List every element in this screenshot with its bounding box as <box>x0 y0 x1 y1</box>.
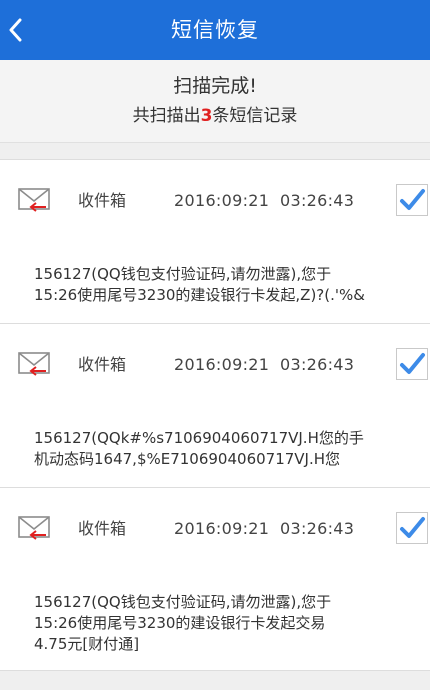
folder-label: 收件箱 <box>78 191 127 210</box>
checkmark-icon <box>400 353 425 374</box>
scan-summary: 扫描完成! 共扫描出3条短信记录 <box>0 60 430 143</box>
count-suffix: 条短信记录 <box>212 106 298 126</box>
scan-count-text: 共扫描出3条短信记录 <box>0 104 430 128</box>
envelope-incoming-icon <box>18 352 50 376</box>
message-header: 收件箱 2016:09:21 03:26:43 <box>0 488 430 570</box>
folder-label: 收件箱 <box>78 519 127 538</box>
message-timestamp: 2016:09:21 03:26:43 <box>174 355 355 374</box>
message-card[interactable]: 收件箱 2016:09:21 03:26:43 156127(QQ钱包支付验证码… <box>0 487 430 671</box>
app-header: 短信恢复 <box>0 0 430 60</box>
message-body: 156127(QQ钱包支付验证码,请勿泄露),您于 15:26使用尾号3230的… <box>34 265 365 304</box>
envelope-incoming-icon <box>18 516 50 540</box>
message-timestamp: 2016:09:21 03:26:43 <box>174 191 355 210</box>
envelope-incoming-icon <box>18 188 50 212</box>
separator-gap <box>0 143 430 159</box>
message-body: 156127(QQ钱包支付验证码,请勿泄露),您于 15:26使用尾号3230的… <box>34 593 332 653</box>
message-timestamp: 2016:09:21 03:26:43 <box>174 519 355 538</box>
select-checkbox[interactable] <box>396 512 428 544</box>
select-checkbox[interactable] <box>396 348 428 380</box>
message-header: 收件箱 2016:09:21 03:26:43 <box>0 324 430 406</box>
message-card[interactable]: 收件箱 2016:09:21 03:26:43 156127(QQk#%s710… <box>0 323 430 487</box>
select-checkbox[interactable] <box>396 184 428 216</box>
message-body: 156127(QQk#%s7106904060717VJ.H您的手 机动态码16… <box>34 429 364 468</box>
page-title: 短信恢复 <box>171 18 259 42</box>
checkmark-icon <box>400 189 425 210</box>
count-prefix: 共扫描出 <box>132 106 201 126</box>
count-number: 3 <box>200 106 213 126</box>
message-header: 收件箱 2016:09:21 03:26:43 <box>0 160 430 242</box>
checkmark-icon <box>400 517 425 538</box>
scan-complete-title: 扫描完成! <box>173 75 257 97</box>
folder-label: 收件箱 <box>78 355 127 374</box>
message-card[interactable]: 收件箱 2016:09:21 03:26:43 156127(QQ钱包支付验证码… <box>0 159 430 323</box>
